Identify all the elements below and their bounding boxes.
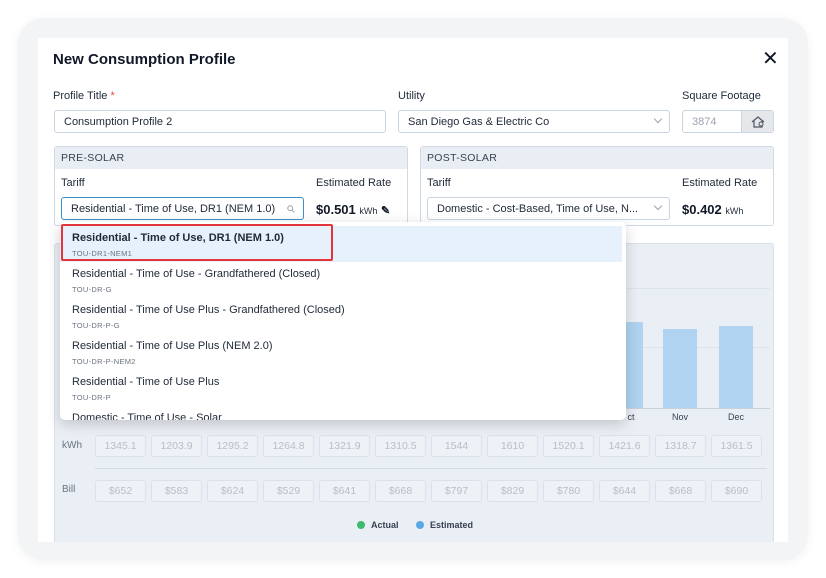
consumption-profile-modal: New Consumption Profile ✕ Profile Title … [38,38,788,542]
tariff-dropdown: Residential - Time of Use, DR1 (NEM 1.0)… [60,222,626,420]
kwh-cell[interactable]: 1264.8 [263,435,314,457]
month-label-dec: Dec [727,412,744,422]
legend-dot-estimated [416,521,424,529]
pre-solar-heading: PRE-SOLAR [55,147,407,169]
modal-title: New Consumption Profile [53,51,236,68]
bill-cell[interactable]: $829 [487,480,538,502]
gridline [620,288,770,289]
tariff-option[interactable]: Residential - Time of Use Plus (NEM 2.0)… [60,334,626,370]
post-solar-heading: POST-SOLAR [421,147,773,169]
tariff-option[interactable]: Domestic - Time of Use - Solar [60,406,626,420]
kwh-row-label: kWh [62,440,82,451]
chart-bar-oct [625,322,643,408]
chart-bar-nov [663,329,697,408]
kwh-cell[interactable]: 1321.9 [319,435,370,457]
kwh-cell[interactable]: 1203.9 [151,435,202,457]
pre-solar-rate-unit: kWh [359,206,378,216]
utility-label: Utility [398,90,425,102]
post-solar-rate-label: Estimated Rate [682,177,758,189]
bill-cell[interactable]: $797 [431,480,482,502]
search-icon [287,205,295,213]
pre-solar-rate: $0.501 kWh ✎ [316,202,390,217]
profile-title-input[interactable]: Consumption Profile 2 [54,110,386,133]
legend-estimated: Estimated [416,520,473,530]
bill-cell[interactable]: $624 [207,480,258,502]
legend-actual: Actual [357,520,399,530]
bill-cell[interactable]: $583 [151,480,202,502]
kwh-cell[interactable]: 1520.1 [543,435,594,457]
close-icon[interactable]: ✕ [762,46,779,71]
bill-cell[interactable]: $668 [375,480,426,502]
chart-baseline [620,408,770,409]
tariff-option[interactable]: Residential - Time of Use Plus - Grandfa… [60,298,626,334]
post-solar-rate-unit: kWh [725,206,744,216]
tariff-option[interactable]: Residential - Time of Use - Grandfathere… [60,262,626,298]
tariff-option[interactable]: Residential - Time of Use, DR1 (NEM 1.0)… [60,226,622,262]
square-footage-field[interactable]: 3874 [682,110,774,133]
row-divider [95,468,767,469]
utility-value: San Diego Gas & Electric Co [408,116,550,128]
required-asterisk: * [110,90,115,102]
bill-cell[interactable]: $690 [711,480,762,502]
kwh-cell[interactable]: 1345.1 [95,435,146,457]
square-footage-value: 3874 [692,116,717,128]
pre-solar-panel: PRE-SOLAR Tariff Residential - Time of U… [54,146,408,226]
post-solar-tariff-label: Tariff [427,177,451,189]
kwh-cell[interactable]: 1310.5 [375,435,426,457]
kwh-cell[interactable]: 1361.5 [711,435,762,457]
chevron-down-icon [653,114,663,124]
post-solar-tariff-value: Domestic - Cost-Based, Time of Use, N... [437,203,639,215]
chevron-down-icon [653,201,663,211]
bill-cell[interactable]: $641 [319,480,370,502]
chart-bar-dec [719,326,753,408]
bill-cell[interactable]: $668 [655,480,706,502]
post-solar-rate-value: $0.402 [682,202,722,217]
kwh-cell[interactable]: 1318.7 [655,435,706,457]
pre-solar-rate-value: $0.501 [316,202,356,217]
post-solar-tariff-select[interactable]: Domestic - Cost-Based, Time of Use, N... [427,197,670,220]
pre-solar-tariff-label: Tariff [61,177,85,189]
home-lookup-button[interactable] [741,111,773,132]
pre-solar-rate-label: Estimated Rate [316,177,392,189]
kwh-cell[interactable]: 1295.2 [207,435,258,457]
home-icon [751,115,764,128]
pencil-icon[interactable]: ✎ [381,205,390,217]
post-solar-rate: $0.402 kWh [682,202,743,217]
kwh-cell[interactable]: 1544 [431,435,482,457]
post-solar-panel: POST-SOLAR Tariff Domestic - Cost-Based,… [420,146,774,226]
utility-select[interactable]: San Diego Gas & Electric Co [398,110,670,133]
pre-solar-tariff-input[interactable]: Residential - Time of Use, DR1 (NEM 1.0) [61,197,304,220]
bill-cell[interactable]: $780 [543,480,594,502]
kwh-cell[interactable]: 1610 [487,435,538,457]
square-footage-label: Square Footage [682,90,761,102]
bill-row-label: Bill [62,484,76,495]
tariff-option[interactable]: Residential - Time of Use Plus TOU-DR-P [60,370,626,406]
profile-title-label: Profile Title * [53,90,115,102]
legend-dot-actual [357,521,365,529]
month-label-nov: Nov [671,412,688,422]
bill-cell[interactable]: $652 [95,480,146,502]
bill-cell[interactable]: $529 [263,480,314,502]
pre-solar-tariff-value: Residential - Time of Use, DR1 (NEM 1.0) [71,203,276,215]
bill-cell[interactable]: $644 [599,480,650,502]
kwh-cell[interactable]: 1421.6 [599,435,650,457]
